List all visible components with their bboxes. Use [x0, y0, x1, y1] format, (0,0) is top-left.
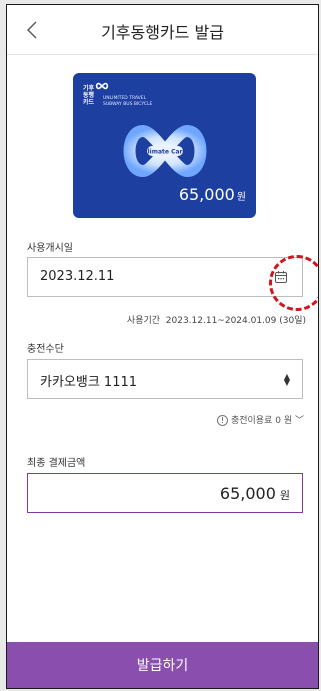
final-amount-display: 65,000 원 — [220, 484, 290, 503]
card-brand-ko-line1: 기후 — [83, 85, 95, 92]
card-center-text: Climate Card — [143, 149, 187, 156]
usage-period: 사용기간 2023.12.11~2024.01.09 (30일) — [127, 313, 306, 326]
infinity-logo-icon — [95, 82, 109, 90]
payment-method-label: 충전수단 — [27, 344, 64, 355]
final-amount-currency: 원 — [279, 489, 290, 502]
start-date-label: 사용개시일 — [27, 243, 73, 254]
start-date-field[interactable]: 2023.12.11 — [27, 257, 303, 297]
climate-card-image: 기후 동행 카드 UNLIMITED TRAVEL SUBWAY BUS BIC… — [73, 73, 256, 218]
card-brand-english: UNLIMITED TRAVEL SUBWAY BUS BICYCLE — [103, 96, 152, 108]
usage-period-value: 2023.12.11~2024.01.09 (30일) — [165, 316, 306, 326]
select-arrows-icon: ▲ ▼ — [283, 372, 290, 387]
charge-fee-text: 충전이용료 0 원 — [230, 416, 293, 426]
card-brand-korean: 기후 동행 카드 — [83, 85, 94, 106]
chevron-down-icon: ﹀ — [294, 416, 304, 426]
payment-method-select[interactable]: 카카오뱅크 1111 ▲ ▼ — [27, 359, 303, 399]
header: 기후동행카드 발급 — [7, 5, 318, 55]
app-frame: 기후동행카드 발급 기후 동행 카드 UNLIMITED TRAVEL SUBW… — [6, 4, 319, 689]
page-title: 기후동행카드 발급 — [101, 23, 224, 42]
final-amount-label: 최종 결제금액 — [27, 458, 86, 469]
final-amount-field: 65,000 원 — [27, 473, 303, 513]
start-date-value: 2023.12.11 — [40, 269, 115, 284]
issue-card-button[interactable]: 발급하기 — [7, 642, 318, 688]
usage-period-label: 사용기간 — [126, 316, 161, 326]
card-amount: 65,000 원 — [179, 185, 246, 204]
info-icon: ! — [216, 415, 228, 426]
card-amount-value: 65,000 — [178, 185, 235, 204]
payment-method-value: 카카오뱅크 1111 — [40, 375, 138, 390]
card-brand-en-line2: SUBWAY BUS BICYCLE — [103, 102, 153, 107]
card-brand-ko-line3: 카드 — [83, 99, 95, 106]
card-brand-ko-line2: 동행 — [83, 92, 95, 99]
card-amount-currency: 원 — [236, 192, 246, 203]
charge-fee-toggle[interactable]: ! 충전이용료 0 원 ﹀ — [216, 413, 304, 426]
calendar-highlight-annotation — [269, 255, 318, 311]
final-amount-value: 65,000 — [219, 484, 276, 503]
card-infinity-graphic: Climate Card — [123, 125, 207, 177]
